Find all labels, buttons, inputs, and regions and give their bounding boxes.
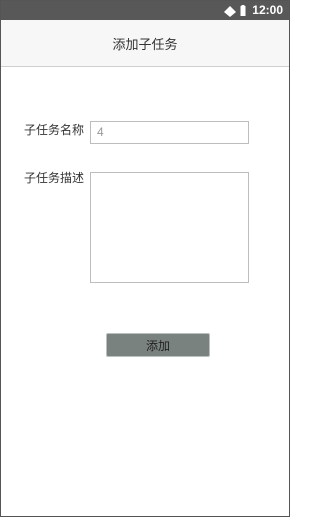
battery-icon [240,5,246,16]
page-title: 添加子任务 [112,37,178,53]
status-icons: 12:00 [223,3,283,18]
subtask-name-input[interactable]: 4 [90,121,249,144]
phone-frame: 12:00 添加子任务 子任务名称 4 子任务描述 添加 [0,0,290,517]
add-button[interactable]: 添加 [106,333,210,357]
app-bar: 添加子任务 [1,20,289,67]
subtask-name-label: 子任务名称 [24,123,85,137]
wifi-icon [224,5,237,17]
status-time: 12:00 [252,3,283,17]
subtask-description-label: 子任务描述 [24,171,85,185]
status-bar: 12:00 [1,1,289,20]
subtask-description-textarea[interactable] [90,172,249,283]
